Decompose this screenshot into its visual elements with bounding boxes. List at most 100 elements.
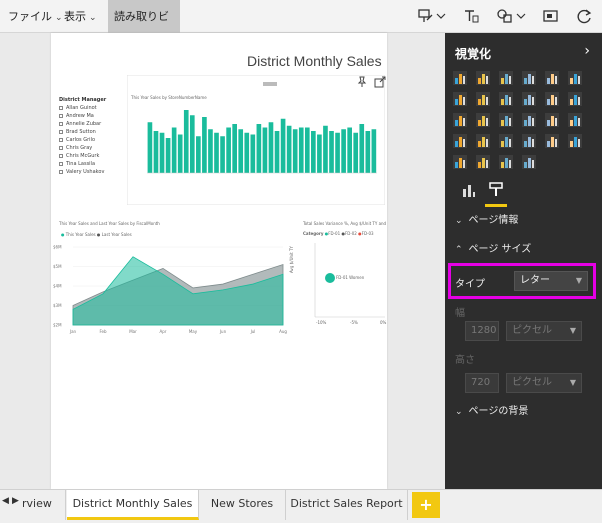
format-painter-icon[interactable] bbox=[418, 8, 436, 24]
kpi-icon[interactable] bbox=[568, 134, 582, 148]
scatter-icon[interactable] bbox=[476, 113, 490, 127]
checkbox[interactable] bbox=[59, 137, 63, 142]
page-tab-new-stores[interactable]: New Stores bbox=[199, 490, 286, 520]
slicer-item[interactable]: Chris McGurk bbox=[59, 153, 99, 159]
scatter-chart-visual[interactable] bbox=[303, 239, 387, 331]
scroll-left-icon[interactable]: ◀ bbox=[2, 496, 9, 506]
focus-mode-icon[interactable] bbox=[374, 76, 386, 88]
slicer-item[interactable]: Brad Sutton bbox=[59, 129, 96, 135]
refresh-icon[interactable] bbox=[576, 8, 594, 24]
slicer-item[interactable]: Tina Lassila bbox=[59, 161, 95, 167]
pin-icon[interactable] bbox=[356, 76, 368, 88]
multi-row-card-icon[interactable] bbox=[545, 134, 559, 148]
bar[interactable] bbox=[317, 134, 322, 174]
line-chart-icon[interactable] bbox=[453, 92, 467, 106]
clustered-bar-icon[interactable] bbox=[499, 71, 513, 85]
bar[interactable] bbox=[286, 125, 292, 173]
bar[interactable] bbox=[214, 132, 219, 173]
bar[interactable] bbox=[153, 131, 159, 173]
fields-tab-icon[interactable] bbox=[461, 183, 477, 199]
slicer-icon[interactable] bbox=[453, 155, 467, 169]
add-page-button[interactable]: + bbox=[412, 492, 440, 518]
width-unit-dropdown[interactable]: ピクセル ▼ bbox=[506, 321, 582, 341]
bar[interactable] bbox=[171, 127, 177, 174]
bar[interactable] bbox=[256, 124, 262, 173]
100-bar-icon[interactable] bbox=[545, 71, 559, 85]
checkbox[interactable] bbox=[59, 169, 63, 174]
bar[interactable] bbox=[274, 131, 280, 173]
stacked-area-icon[interactable] bbox=[499, 92, 513, 106]
bar[interactable] bbox=[232, 124, 237, 173]
bar[interactable] bbox=[220, 136, 225, 173]
bar[interactable] bbox=[165, 138, 171, 173]
present-icon[interactable] bbox=[542, 8, 560, 24]
chevron-down-icon[interactable] bbox=[516, 8, 526, 24]
bar[interactable] bbox=[323, 125, 328, 173]
page-tab-district-monthly-sales[interactable]: District Monthly Sales bbox=[67, 490, 199, 520]
filled-map-icon[interactable] bbox=[453, 134, 467, 148]
bar[interactable] bbox=[189, 115, 195, 173]
bar[interactable] bbox=[208, 129, 213, 173]
slicer-item[interactable]: Annelie Zubar bbox=[59, 121, 101, 127]
reading-view-button[interactable]: 読み取りビュー bbox=[108, 0, 180, 56]
bar[interactable] bbox=[280, 118, 286, 173]
bar[interactable] bbox=[250, 134, 256, 174]
report-page[interactable]: District Monthly Sales This Year Sales b… bbox=[51, 33, 387, 489]
bar[interactable] bbox=[262, 127, 268, 174]
slicer-item[interactable]: Chris Gray bbox=[59, 145, 92, 151]
view-menu[interactable]: 表示 ⌄ bbox=[58, 0, 103, 33]
waterfall-icon[interactable] bbox=[453, 113, 467, 127]
treemap-icon[interactable] bbox=[545, 113, 559, 127]
checkbox[interactable] bbox=[59, 129, 63, 134]
bar[interactable] bbox=[196, 136, 201, 173]
stacked-column-icon[interactable] bbox=[476, 71, 490, 85]
checkbox[interactable] bbox=[59, 121, 63, 126]
clustered-column-icon[interactable] bbox=[522, 71, 536, 85]
height-unit-dropdown[interactable]: ピクセル ▼ bbox=[506, 373, 582, 393]
funnel-icon[interactable] bbox=[476, 134, 490, 148]
bar[interactable] bbox=[147, 122, 153, 173]
chevron-down-icon[interactable] bbox=[436, 8, 446, 24]
checkbox[interactable] bbox=[59, 161, 63, 166]
slicer-item[interactable]: Valery Ushakov bbox=[59, 169, 104, 175]
scroll-right-icon[interactable]: ▶ bbox=[12, 496, 19, 506]
card-icon[interactable] bbox=[522, 134, 536, 148]
pie-icon[interactable] bbox=[499, 113, 513, 127]
area-chart-visual[interactable]: $6M $5M $4M $3M $2M Jan Feb Mar Apr May Jun Jul Aug bbox=[51, 239, 289, 335]
format-paint-roller-icon[interactable] bbox=[487, 181, 505, 199]
bar[interactable] bbox=[238, 129, 244, 173]
stacked-bar-icon[interactable] bbox=[453, 71, 467, 85]
bar[interactable] bbox=[268, 122, 274, 173]
bar[interactable] bbox=[244, 132, 250, 173]
collapse-pane-icon[interactable]: › bbox=[584, 43, 590, 59]
slicer-item[interactable]: Carlos Grilo bbox=[59, 137, 95, 143]
bar[interactable] bbox=[304, 127, 310, 174]
checkbox[interactable] bbox=[59, 113, 63, 118]
bar[interactable] bbox=[226, 127, 231, 174]
slicer-item[interactable]: Andrew Ma bbox=[59, 113, 94, 119]
bar[interactable] bbox=[183, 110, 189, 173]
bar[interactable] bbox=[202, 117, 207, 173]
bar[interactable] bbox=[329, 131, 334, 173]
bar[interactable] bbox=[341, 129, 346, 173]
bar[interactable] bbox=[359, 124, 365, 173]
width-input[interactable]: 1280 bbox=[465, 321, 499, 341]
bar[interactable] bbox=[177, 134, 183, 174]
more-visuals-icon[interactable] bbox=[522, 155, 536, 169]
textbox-icon[interactable] bbox=[462, 8, 480, 24]
shapes-icon[interactable] bbox=[496, 8, 514, 24]
bar[interactable] bbox=[311, 131, 316, 173]
bar[interactable] bbox=[292, 129, 298, 173]
section-page-background[interactable]: ⌄ ページの背景 bbox=[445, 398, 602, 426]
100-column-icon[interactable] bbox=[568, 71, 582, 85]
table-icon[interactable] bbox=[476, 155, 490, 169]
section-page-info[interactable]: ⌄ ページ情報 bbox=[445, 207, 602, 235]
line-column-icon[interactable] bbox=[522, 92, 536, 106]
checkbox[interactable] bbox=[59, 153, 63, 158]
page-tab-district-sales-report[interactable]: District Sales Report bbox=[286, 490, 408, 520]
bar[interactable] bbox=[371, 129, 377, 173]
height-input[interactable]: 720 bbox=[465, 373, 499, 393]
slicer-item[interactable]: Allan Guinot bbox=[59, 105, 97, 111]
ribbon-chart-icon[interactable] bbox=[568, 92, 582, 106]
bar[interactable] bbox=[365, 131, 371, 173]
